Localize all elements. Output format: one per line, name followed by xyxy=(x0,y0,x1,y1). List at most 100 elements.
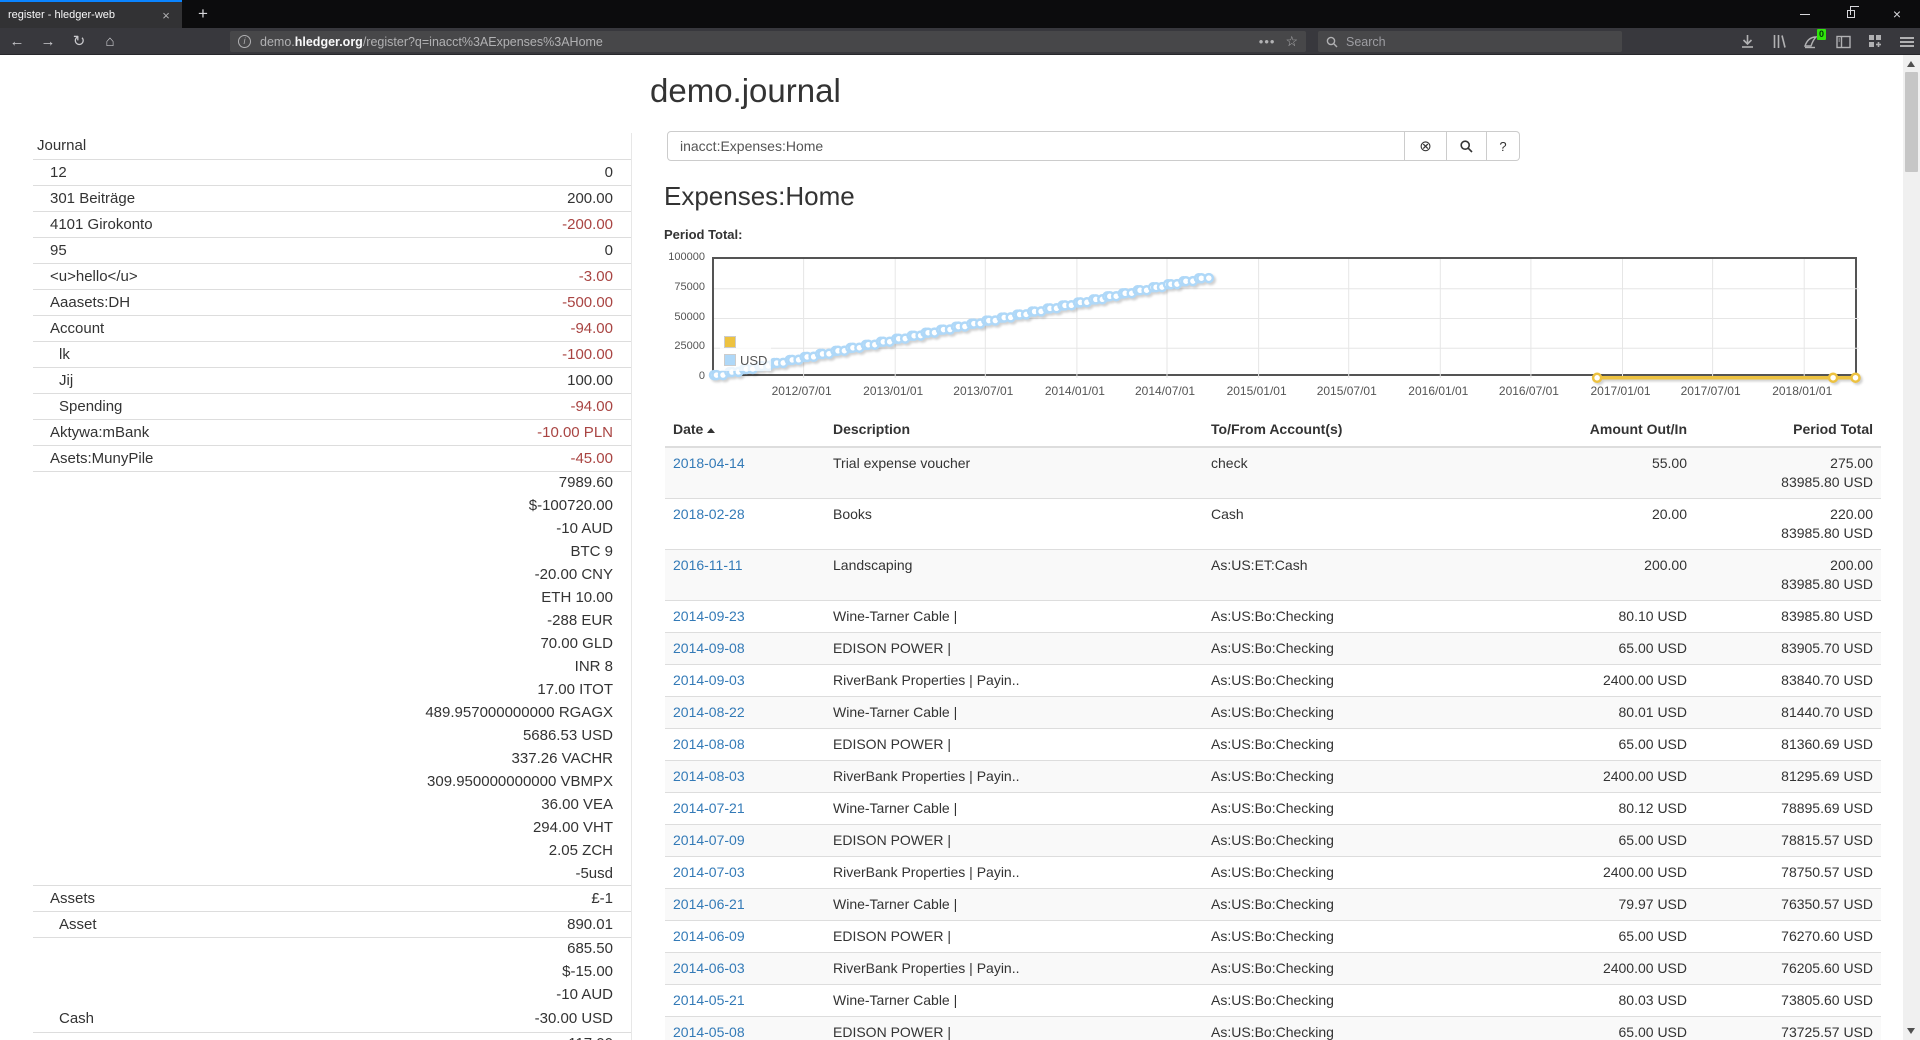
transaction-description: Trial expense voucher xyxy=(825,447,1203,499)
back-button[interactable]: ← xyxy=(3,30,31,53)
transaction-date-link[interactable]: 2014-09-08 xyxy=(673,640,745,656)
transaction-date-link[interactable]: 2014-08-08 xyxy=(673,736,745,752)
sidebar-account-balance: 7989.60 xyxy=(559,472,631,494)
query-input[interactable] xyxy=(667,131,1405,161)
transaction-date-link[interactable]: 2014-08-03 xyxy=(673,768,745,784)
tab-close-icon[interactable]: × xyxy=(158,8,174,23)
sidebar-account-link[interactable]: <u>hello</u> xyxy=(33,266,138,288)
sidebar-toggle-icon xyxy=(1836,35,1851,49)
scrollbar-thumb[interactable] xyxy=(1905,72,1918,172)
transaction-date-link[interactable]: 2018-04-14 xyxy=(673,455,745,471)
close-button[interactable]: × xyxy=(1874,0,1920,28)
new-tab-button[interactable]: + xyxy=(188,0,218,28)
sidebar-account-balance: -10.00 PLN xyxy=(537,422,631,444)
transaction-date-link[interactable]: 2014-07-09 xyxy=(673,832,745,848)
browser-tab[interactable]: register - hledger-web × xyxy=(0,0,182,28)
scrollbar-down-arrow[interactable] xyxy=(1907,1028,1915,1034)
transaction-date-link[interactable]: 2014-06-03 xyxy=(673,960,745,976)
sidebar-row: Asset890.01 xyxy=(33,911,631,937)
sidebar-account-link[interactable]: Assets xyxy=(33,888,95,910)
transaction-date-link[interactable]: 2014-07-21 xyxy=(673,800,745,816)
transaction-date-link[interactable]: 2014-07-03 xyxy=(673,864,745,880)
transaction-amount: 2400.00 USD xyxy=(1483,761,1695,793)
sidebar-account-link[interactable]: 95 xyxy=(33,240,67,262)
minimize-icon xyxy=(1800,14,1810,15)
clear-query-button[interactable]: ⊗ xyxy=(1405,131,1447,161)
menu-button[interactable] xyxy=(1898,33,1916,51)
sidebar-account-link[interactable]: Cash xyxy=(33,1008,94,1030)
transaction-date-link[interactable]: 2014-06-09 xyxy=(673,928,745,944)
bookmark-star-icon[interactable]: ☆ xyxy=(1285,33,1298,50)
library-button[interactable] xyxy=(1770,33,1788,51)
sidebar-account-link[interactable]: 12 xyxy=(33,162,67,184)
sidebar-row: $-15.00 xyxy=(33,960,631,983)
sidebar-account-link[interactable]: Asets:MunyPile xyxy=(33,448,153,470)
period-total: 83985.80 USD xyxy=(1695,601,1881,633)
page-scrollbar[interactable] xyxy=(1903,55,1920,1040)
sidebar-account-link[interactable]: Account xyxy=(33,318,104,340)
register-row: 2014-09-23Wine-Tarner Cable |As:US:Bo:Ch… xyxy=(665,601,1881,633)
transaction-description: Books xyxy=(825,499,1203,550)
extension-button[interactable]: 0 xyxy=(1802,33,1820,51)
y-axis-tick-label: 75000 xyxy=(665,281,705,293)
sidebar-account-link[interactable]: 301 Beiträge xyxy=(33,188,135,210)
more-tools-button[interactable] xyxy=(1866,33,1884,51)
period-total: 200.0083985.80 USD xyxy=(1695,550,1881,601)
transaction-date-link[interactable]: 2014-09-23 xyxy=(673,608,745,624)
search-button[interactable] xyxy=(1447,131,1487,161)
transaction-date-link[interactable]: 2016-11-11 xyxy=(673,557,743,573)
register-row: 2016-11-11LandscapingAs:US:ET:Cash200.00… xyxy=(665,550,1881,601)
period-total: 220.0083985.80 USD xyxy=(1695,499,1881,550)
restore-button[interactable] xyxy=(1828,0,1874,28)
y-axis-tick-label: 50000 xyxy=(665,311,705,323)
transaction-accounts: Cash xyxy=(1203,499,1483,550)
transaction-date-link[interactable]: 2014-05-08 xyxy=(673,1024,745,1040)
scrollbar-up-arrow[interactable] xyxy=(1907,61,1915,67)
page-actions-icon[interactable]: ••• xyxy=(1259,34,1276,49)
transaction-date-link[interactable]: 2014-09-03 xyxy=(673,672,745,688)
sidebar-account-link[interactable]: Aktywa:mBank xyxy=(33,422,149,444)
sidebar-account-balance: -100.00 xyxy=(562,344,631,366)
sidebar-account-link[interactable]: Aaasets:DH xyxy=(33,292,130,314)
sidebar-account-link[interactable]: Jij xyxy=(33,370,73,392)
sidebar-account-balance: 309.950000000000 VBMPX xyxy=(427,771,631,793)
transaction-date-link[interactable]: 2018-02-28 xyxy=(673,506,745,522)
x-axis-tick-label: 2014/01/01 xyxy=(1030,384,1120,398)
x-axis-tick-label: 2014/07/01 xyxy=(1120,384,1210,398)
transaction-description: EDISON POWER | xyxy=(825,1017,1203,1040)
downloads-button[interactable] xyxy=(1738,33,1756,51)
transaction-amount: 55.00 xyxy=(1483,447,1695,499)
transaction-date-link[interactable]: 2014-05-21 xyxy=(673,992,745,1008)
sidebar-account-balance: -10 AUD xyxy=(556,518,631,540)
navigation-toolbar: ← → ↻ ⌂ i demo.hledger.org/register?q=in… xyxy=(0,28,1920,55)
help-button[interactable]: ? xyxy=(1487,131,1520,161)
transaction-date-link[interactable]: 2014-06-21 xyxy=(673,896,745,912)
sidebar-account-link[interactable]: lk xyxy=(33,344,70,366)
minimize-button[interactable] xyxy=(1782,0,1828,28)
sort-ascending-icon xyxy=(707,428,715,433)
transaction-description: RiverBank Properties | Payin.. xyxy=(825,761,1203,793)
search-bar[interactable]: Search xyxy=(1318,31,1622,52)
transaction-amount: 65.00 USD xyxy=(1483,921,1695,953)
transaction-date-link[interactable]: 2014-08-22 xyxy=(673,704,745,720)
home-button[interactable]: ⌂ xyxy=(96,30,124,53)
sidebar-row: -10 AUD xyxy=(33,983,631,1006)
url-bar[interactable]: i demo.hledger.org/register?q=inacct%3AE… xyxy=(230,31,1306,52)
column-header-date[interactable]: Date xyxy=(665,415,825,447)
register-row: 2014-08-03 RiverBank Properties | Payin..… xyxy=(665,761,1881,793)
reload-button[interactable]: ↻ xyxy=(65,30,93,53)
sidebar-row: 120 xyxy=(33,159,631,185)
sidebars-button[interactable] xyxy=(1834,33,1852,51)
search-placeholder: Search xyxy=(1346,35,1386,49)
sidebar-account-link[interactable]: Journal xyxy=(33,135,86,157)
sidebar-account-link[interactable]: 4101 Girokonto xyxy=(33,214,153,236)
transaction-amount: 65.00 USD xyxy=(1483,633,1695,665)
sidebar-account-balance: -117.00 xyxy=(563,1033,631,1040)
forward-button[interactable]: → xyxy=(34,30,62,53)
column-header-amount: Amount Out/In xyxy=(1483,415,1695,447)
sidebar-account-link[interactable]: Spending xyxy=(33,396,122,418)
transaction-amount: 79.97 USD xyxy=(1483,889,1695,921)
site-info-icon[interactable]: i xyxy=(238,35,251,48)
sidebar-account-link[interactable]: Asset xyxy=(33,914,97,936)
transaction-description: RiverBank Properties | Payin.. xyxy=(825,953,1203,985)
